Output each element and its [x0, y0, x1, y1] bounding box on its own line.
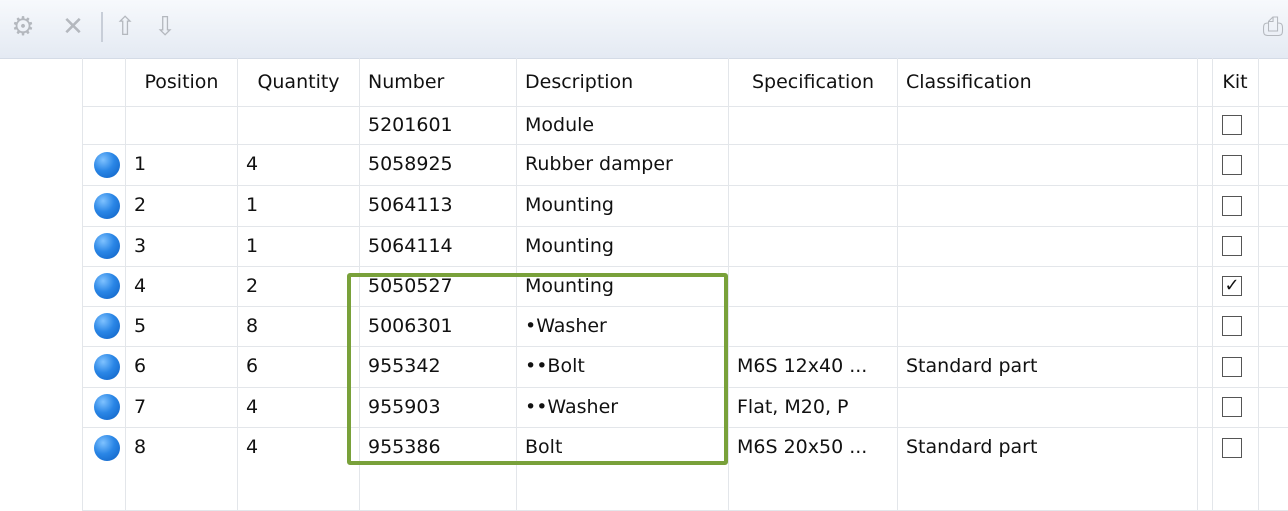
status-dot-icon — [94, 434, 120, 461]
status-dot-icon — [94, 151, 120, 178]
cell-description: Rubber damper — [525, 153, 673, 175]
kit-checkbox[interactable] — [1222, 115, 1242, 135]
status-dot-icon — [94, 353, 120, 380]
highlight-box — [347, 273, 728, 465]
cell-specification: M6S 20x50 ... — [737, 436, 868, 458]
cell-quantity: 2 — [246, 275, 259, 297]
table-row[interactable]: 1 4 5058925 Rubber damper — [0, 144, 1288, 185]
cell-quantity: 4 — [246, 436, 259, 458]
cell-specification: M6S 12x40 ... — [737, 355, 868, 377]
status-dot-icon — [94, 313, 120, 339]
column-header-kit[interactable]: Kit — [1212, 58, 1258, 106]
table-row[interactable]: 5201601 Module — [0, 106, 1288, 144]
cell-position — [126, 106, 237, 144]
cell-position: 5 — [134, 315, 147, 337]
cell-number: 5064114 — [368, 235, 453, 257]
cell-number: 5058925 — [368, 153, 453, 175]
gear-icon[interactable]: ⚙ — [8, 12, 38, 42]
cell-quantity: 1 — [246, 194, 259, 216]
cell-specification — [729, 106, 897, 144]
cell-specification — [729, 306, 897, 346]
column-header-classification[interactable]: Classification — [898, 58, 1198, 106]
move-down-icon[interactable]: ⇩ — [150, 12, 180, 42]
column-header-quantity[interactable]: Quantity — [238, 58, 359, 106]
column-header-number[interactable]: Number — [360, 58, 516, 106]
toolbar-separator — [101, 12, 103, 42]
toolbar: ⚙ ✕ ⇧ ⇩ ⎙ — [0, 0, 1288, 59]
cell-specification — [729, 266, 897, 306]
kit-checkbox[interactable] — [1222, 356, 1242, 377]
cell-position: 2 — [134, 194, 147, 216]
kit-checkbox[interactable] — [1222, 195, 1242, 216]
cell-classification — [898, 144, 1198, 185]
kit-checkbox[interactable]: ✓ — [1222, 276, 1242, 296]
cell-quantity: 4 — [246, 153, 259, 175]
status-dot-icon — [94, 192, 120, 219]
kit-checkbox[interactable] — [1222, 236, 1242, 256]
cell-position: 6 — [134, 355, 147, 377]
kit-checkbox[interactable] — [1222, 437, 1242, 458]
cell-description: Mounting — [525, 235, 614, 257]
cell-position: 4 — [134, 275, 147, 297]
cell-description: Mounting — [525, 194, 614, 216]
cell-classification — [898, 387, 1198, 427]
cell-specification — [729, 185, 897, 226]
cell-specification — [729, 226, 897, 266]
status-dot-icon — [94, 233, 120, 259]
close-icon[interactable]: ✕ — [58, 12, 88, 42]
cell-classification: Standard part — [906, 355, 1038, 377]
print-icon[interactable]: ⎙ — [1258, 12, 1288, 42]
cell-classification — [898, 266, 1198, 306]
cell-position: 7 — [134, 396, 147, 418]
table-row[interactable]: 3 1 5064114 Mounting — [0, 226, 1288, 266]
kit-checkbox[interactable] — [1222, 397, 1242, 417]
move-up-icon[interactable]: ⇧ — [110, 12, 140, 42]
cell-quantity — [238, 106, 359, 144]
status-dot-icon — [94, 273, 120, 299]
cell-quantity: 8 — [246, 315, 259, 337]
cell-classification: Standard part — [906, 436, 1038, 458]
cell-quantity: 4 — [246, 396, 259, 418]
cell-position: 1 — [134, 153, 147, 175]
cell-classification — [898, 106, 1198, 144]
table-header: Position Quantity Number Description Spe… — [0, 58, 1288, 106]
cell-quantity: 1 — [246, 235, 259, 257]
cell-classification — [898, 306, 1198, 346]
cell-position: 3 — [134, 235, 147, 257]
cell-number: 5201601 — [368, 114, 453, 136]
cell-classification — [898, 185, 1198, 226]
table-row[interactable]: 2 1 5064113 Mounting — [0, 185, 1288, 226]
column-header-description[interactable]: Description — [517, 58, 728, 106]
cell-description: Module — [525, 114, 595, 136]
cell-position: 8 — [134, 436, 147, 458]
cell-specification: Flat, M20, P — [737, 396, 849, 418]
status-dot-icon — [94, 394, 120, 420]
kit-checkbox[interactable] — [1222, 316, 1242, 336]
cell-classification — [898, 226, 1198, 266]
column-header-specification[interactable]: Specification — [729, 58, 897, 106]
cell-quantity: 6 — [246, 355, 259, 377]
cell-number: 5064113 — [368, 194, 453, 216]
column-header-position[interactable]: Position — [126, 58, 237, 106]
kit-checkbox[interactable] — [1222, 154, 1242, 175]
cell-specification — [729, 144, 897, 185]
